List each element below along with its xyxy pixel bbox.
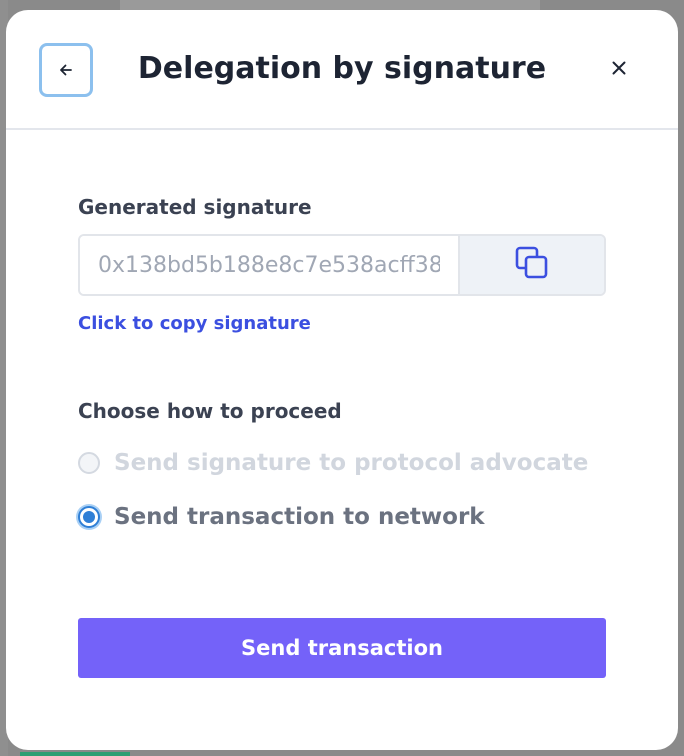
- delegation-modal: Delegation by signature Generated signat…: [6, 10, 678, 750]
- radio-option-advocate[interactable]: Send signature to protocol advocate: [78, 448, 606, 478]
- signature-field-group: [78, 234, 606, 296]
- radio-option-network[interactable]: Send transaction to network: [78, 502, 606, 532]
- radio-option-label: Send transaction to network: [114, 504, 485, 530]
- copy-button[interactable]: [460, 236, 604, 294]
- signature-input[interactable]: [80, 236, 460, 294]
- backdrop-strip: [120, 0, 540, 10]
- modal-body: Generated signature Click to copy signat…: [78, 194, 606, 532]
- send-transaction-button[interactable]: Send transaction: [78, 618, 606, 678]
- copy-signature-link[interactable]: Click to copy signature: [78, 312, 311, 336]
- signature-label: Generated signature: [78, 195, 312, 219]
- radio-checked[interactable]: [78, 506, 100, 528]
- backdrop-accent: [20, 752, 130, 756]
- close-button[interactable]: [606, 56, 632, 82]
- modal-header: Delegation by signature: [6, 10, 678, 130]
- modal-title: Delegation by signature: [137, 51, 547, 86]
- radio-disabled[interactable]: [78, 452, 100, 474]
- radio-option-label: Send signature to protocol advocate: [114, 450, 589, 476]
- proceed-label: Choose how to proceed: [78, 399, 342, 423]
- copy-icon: [514, 245, 550, 285]
- close-icon: [612, 60, 626, 79]
